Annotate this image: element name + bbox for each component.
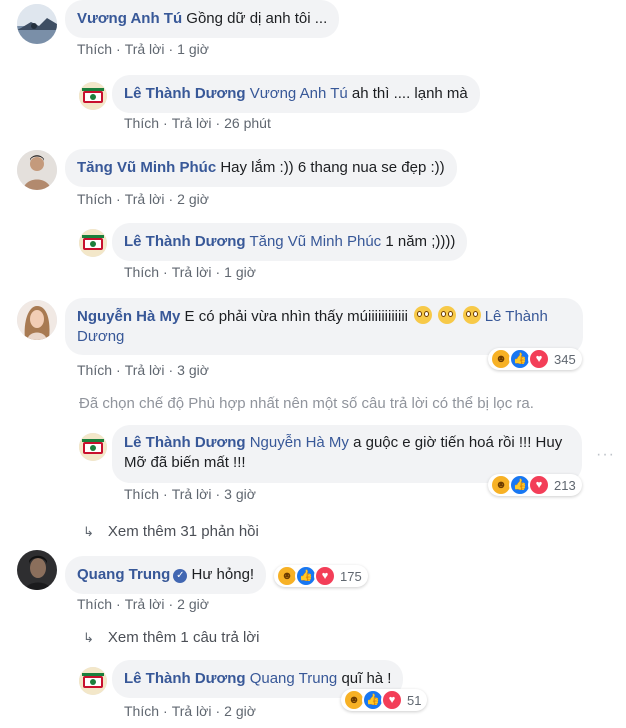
flushed-emoji-icon (462, 306, 481, 324)
like-link[interactable]: Thích (77, 362, 112, 378)
like-link[interactable]: Thích (124, 264, 159, 280)
like-link[interactable]: Thích (77, 41, 112, 57)
like-link[interactable]: Thích (124, 486, 159, 502)
avatar[interactable] (79, 229, 107, 257)
mention-link[interactable]: Nguyễn Hà My (250, 434, 349, 451)
comment-bubble: Vương Anh Tú Gồng dữ dị anh tôi ... (65, 0, 340, 38)
reply-author[interactable]: Lê Thành Dương (124, 233, 246, 250)
comment-text: E có phải vừa nhìn thấy múiiiiiiiiiiii (184, 308, 409, 325)
comment-author[interactable]: Quang Trung (77, 566, 170, 583)
view-more-replies-label[interactable]: Xem thêm 31 phản hồi (108, 523, 259, 540)
reply-link[interactable]: Trả lời (125, 41, 165, 57)
comment-time[interactable]: 2 giờ (177, 596, 209, 612)
avatar[interactable] (79, 82, 107, 110)
view-more-replies-link[interactable]: ↳ Xem thêm 31 phản hồi (83, 523, 259, 540)
reply-time[interactable]: 2 giờ (224, 703, 256, 719)
like-link[interactable]: Thích (124, 703, 159, 719)
avatar[interactable] (17, 300, 57, 340)
avatar-photo (17, 150, 57, 190)
reply-author[interactable]: Lê Thành Dương (124, 85, 246, 102)
like-link[interactable]: Thích (124, 115, 159, 131)
reaction-count: 345 (554, 351, 576, 367)
reply-link[interactable]: Trả lời (172, 264, 212, 280)
reply-bubble: Lê Thành Dương Tăng Vũ Minh Phúc 1 năm ;… (112, 223, 468, 261)
flushed-emoji-icon (414, 306, 433, 324)
comment-time[interactable]: 1 giờ (177, 41, 209, 57)
mention-link[interactable]: Tăng Vũ Minh Phúc (249, 233, 381, 250)
comment-time[interactable]: 3 giờ (177, 362, 209, 378)
avatar[interactable] (17, 150, 57, 190)
verified-check-icon: ✓ (173, 569, 188, 583)
reply-time[interactable]: 26 phút (224, 115, 271, 131)
reply-author[interactable]: Lê Thành Dương (124, 434, 246, 451)
reaction-summary[interactable]: ☻ 👍 ♥ 175 (274, 565, 368, 587)
like-link[interactable]: Thích (77, 191, 112, 207)
reaction-count: 213 (554, 477, 576, 493)
avatar-photo (79, 82, 107, 110)
reaction-count: 51 (407, 692, 422, 708)
comment-author[interactable]: Nguyễn Hà My (77, 308, 180, 325)
mention-link[interactable]: Quang Trung (250, 670, 338, 687)
reply-time[interactable]: 3 giờ (224, 486, 256, 502)
reply-link[interactable]: Trả lời (125, 191, 165, 207)
avatar-photo (79, 667, 107, 695)
avatar-photo (17, 550, 57, 590)
comment-actions: Thích · Trả lời · 3 giờ (77, 362, 209, 378)
comment-text: Gồng dữ dị anh tôi ... (186, 10, 328, 27)
avatar-photo (79, 229, 107, 257)
comment-author[interactable]: Vương Anh Tú (77, 10, 182, 27)
reaction-summary[interactable]: ☻ 👍 ♥ 345 (488, 348, 582, 370)
reaction-summary[interactable]: ☻ 👍 ♥ 213 (488, 474, 582, 496)
love-reaction-icon: ♥ (381, 689, 403, 711)
comment-actions: Thích · Trả lời · 2 giờ (77, 596, 209, 612)
reply-actions: Thích · Trả lời · 26 phút (124, 115, 271, 131)
avatar[interactable] (17, 550, 57, 590)
view-more-replies-link[interactable]: ↳ Xem thêm 1 câu trả lời (83, 629, 259, 646)
like-link[interactable]: Thích (77, 596, 112, 612)
comment-actions: Thích · Trả lời · 1 giờ (77, 41, 209, 57)
love-reaction-icon: ♥ (528, 348, 550, 370)
reply-bubble: Lê Thành Dương Vương Anh Tú ah thì .... … (112, 75, 480, 113)
reply-author[interactable]: Lê Thành Dương (124, 670, 246, 687)
comment-text: Hư hỏng! (191, 566, 255, 583)
reply-arrow-icon: ↳ (83, 630, 94, 645)
avatar-photo (17, 300, 57, 340)
reply-text: quĩ hà ! (341, 670, 392, 687)
flushed-emoji-icon (438, 306, 457, 324)
reply-arrow-icon: ↳ (83, 524, 94, 539)
reply-actions: Thích · Trả lời · 2 giờ (124, 703, 256, 719)
comment-bubble: Tăng Vũ Minh Phúc Hay lắm :)) 6 thang nu… (65, 149, 457, 187)
reply-link[interactable]: Trả lời (172, 115, 212, 131)
reaction-count: 175 (340, 568, 362, 584)
view-more-replies-label[interactable]: Xem thêm 1 câu trả lời (108, 629, 260, 646)
mention-link[interactable]: Vương Anh Tú (250, 85, 348, 102)
filter-notice: Đã chọn chế độ Phù hợp nhất nên một số c… (79, 395, 534, 412)
avatar[interactable] (79, 433, 107, 461)
avatar-photo (79, 433, 107, 461)
avatar[interactable] (79, 667, 107, 695)
reply-link[interactable]: Trả lời (172, 486, 212, 502)
avatar[interactable] (17, 4, 57, 44)
reaction-summary[interactable]: ☻ 👍 ♥ 51 (341, 689, 428, 711)
options-icon[interactable]: ··· (596, 446, 615, 464)
reply-text: ah thì .... lạnh mà (351, 85, 468, 102)
comment-bubble: Nguyễn Hà My E có phải vừa nhìn thấy múi… (65, 298, 583, 355)
comment-bubble: Quang Trung ✓ Hư hỏng! (65, 556, 267, 594)
love-reaction-icon: ♥ (528, 474, 550, 496)
comment-author[interactable]: Tăng Vũ Minh Phúc (77, 159, 216, 176)
comment-actions: Thích · Trả lời · 2 giờ (77, 191, 209, 207)
comment-text: Hay lắm :)) 6 thang nua se đẹp :)) (220, 159, 445, 176)
reply-text: 1 năm ;)))) (385, 233, 456, 250)
reply-link[interactable]: Trả lời (125, 596, 165, 612)
avatar-photo (17, 4, 57, 44)
comment-time[interactable]: 2 giờ (177, 191, 209, 207)
reply-time[interactable]: 1 giờ (224, 264, 256, 280)
reply-actions: Thích · Trả lời · 1 giờ (124, 264, 256, 280)
reply-link[interactable]: Trả lời (172, 703, 212, 719)
reply-actions: Thích · Trả lời · 3 giờ (124, 486, 256, 502)
reply-link[interactable]: Trả lời (125, 362, 165, 378)
love-reaction-icon: ♥ (314, 565, 336, 587)
